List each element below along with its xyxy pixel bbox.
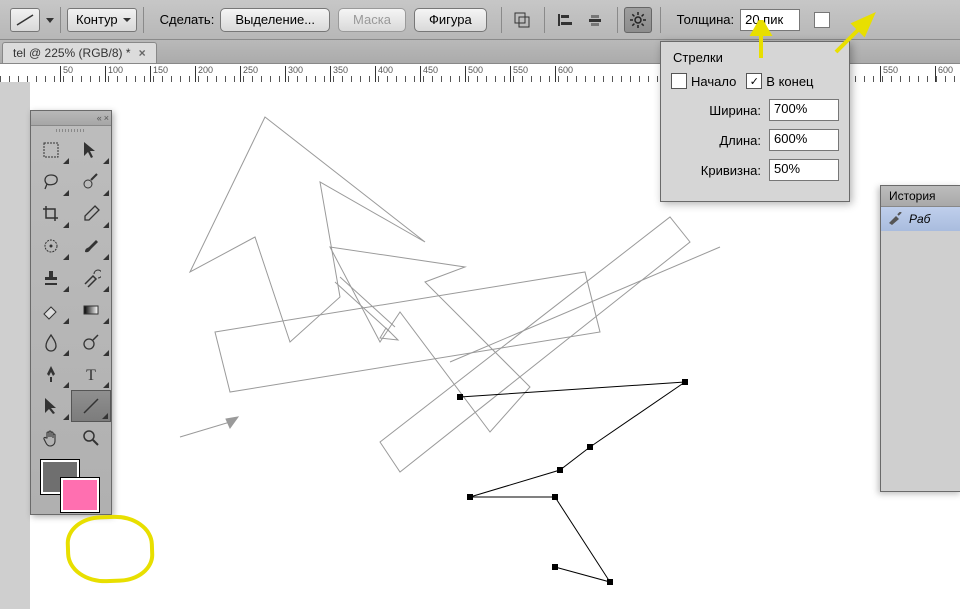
crop-tool[interactable] <box>31 198 71 230</box>
brush-icon <box>81 236 101 256</box>
separator <box>143 7 144 33</box>
line-tool-icon <box>81 396 101 416</box>
tools-panel-header[interactable]: «× <box>31 111 111 126</box>
zoom-tool[interactable] <box>71 422 111 454</box>
lasso-tool[interactable] <box>31 166 71 198</box>
gradient-tool[interactable] <box>71 294 111 326</box>
arrow-start-checkbox[interactable]: Начало <box>671 73 736 89</box>
color-swatches[interactable] <box>31 454 111 514</box>
gradient-icon <box>81 300 101 320</box>
type-icon: T <box>81 364 101 384</box>
blur-icon <box>41 332 61 352</box>
pen-icon <box>41 364 61 384</box>
make-label: Сделать: <box>160 12 215 27</box>
stamp-icon <box>41 268 61 288</box>
healing-brush-tool[interactable] <box>31 230 71 262</box>
stamp-tool[interactable] <box>31 262 71 294</box>
options-bar: Контур Сделать: Выделение... Маска Фигур… <box>0 0 960 40</box>
zoom-icon <box>81 428 101 448</box>
history-body <box>881 231 960 491</box>
arrow-width-field[interactable]: 700% <box>769 99 839 121</box>
history-row[interactable]: Раб <box>881 207 960 231</box>
separator <box>60 7 61 33</box>
stroke-mode-dropdown[interactable]: Контур <box>67 8 137 32</box>
dodge-icon <box>81 332 101 352</box>
marquee-rect-tool[interactable] <box>31 134 71 166</box>
document-tab-title: tel @ 225% (RGB/8) * <box>13 46 131 60</box>
path-select-icon <box>41 396 61 416</box>
checkbox-icon: ✓ <box>746 73 762 89</box>
document-tab[interactable]: tel @ 225% (RGB/8) * × <box>2 42 157 63</box>
line-tool-tool[interactable] <box>71 390 111 422</box>
marquee-rect-icon <box>41 140 61 160</box>
path-combine-icon[interactable] <box>508 7 536 33</box>
history-panel: История Раб <box>880 185 960 492</box>
blur-tool[interactable] <box>31 326 71 358</box>
mask-button: Маска <box>338 8 406 32</box>
history-brush-tool[interactable] <box>71 262 111 294</box>
popover-title: Стрелки <box>673 50 839 65</box>
hand-tool[interactable] <box>31 422 71 454</box>
history-brush-icon <box>81 268 101 288</box>
arrange-icon[interactable] <box>581 7 609 33</box>
move-icon <box>81 140 101 160</box>
type-tool[interactable]: T <box>71 358 111 390</box>
brush-tool[interactable] <box>71 230 111 262</box>
hand-icon <box>41 428 61 448</box>
separator <box>660 7 661 33</box>
chevron-down-icon[interactable] <box>46 9 54 31</box>
checkbox-icon <box>671 73 687 89</box>
unknown-checkbox[interactable] <box>814 12 830 28</box>
arrowheads-popover: Стрелки Начало ✓ В конец Ширина: 700% Дли… <box>660 41 850 202</box>
current-tool-preview[interactable] <box>10 8 40 32</box>
quick-select-icon <box>81 172 101 192</box>
lasso-icon <box>41 172 61 192</box>
panel-grip[interactable] <box>31 126 111 134</box>
tools-panel: «× T <box>30 110 112 515</box>
canvas-gutter <box>0 82 30 609</box>
thickness-field[interactable]: 20 пик <box>740 9 800 31</box>
separator <box>617 7 618 33</box>
path-select-tool[interactable] <box>31 390 71 422</box>
arrow-width-label: Ширина: <box>709 103 761 118</box>
thickness-label: Толщина: <box>677 12 734 27</box>
stroke-mode-label: Контур <box>76 12 118 27</box>
eyedropper-icon <box>81 204 101 224</box>
arrow-length-label: Длина: <box>719 133 761 148</box>
history-panel-title[interactable]: История <box>881 186 960 207</box>
shape-button[interactable]: Фигура <box>414 8 487 32</box>
svg-text:T: T <box>86 367 96 384</box>
pen-tool[interactable] <box>31 358 71 390</box>
eraser-icon <box>41 300 61 320</box>
healing-brush-icon <box>41 236 61 256</box>
arrow-end-checkbox[interactable]: ✓ В конец <box>746 73 813 89</box>
crop-icon <box>41 204 61 224</box>
arrow-curvature-label: Кривизна: <box>701 163 761 178</box>
align-icon[interactable] <box>551 7 579 33</box>
separator <box>544 7 545 33</box>
eyedropper-tool[interactable] <box>71 198 111 230</box>
brush-icon <box>887 212 903 226</box>
gear-icon[interactable] <box>624 7 652 33</box>
dodge-tool[interactable] <box>71 326 111 358</box>
selection-button[interactable]: Выделение... <box>220 8 330 32</box>
quick-select-tool[interactable] <box>71 166 111 198</box>
eraser-tool[interactable] <box>31 294 71 326</box>
arrow-curvature-field[interactable]: 50% <box>769 159 839 181</box>
close-icon[interactable]: × <box>139 46 146 60</box>
background-swatch[interactable] <box>61 478 99 512</box>
separator <box>501 7 502 33</box>
arrow-length-field[interactable]: 600% <box>769 129 839 151</box>
move-tool[interactable] <box>71 134 111 166</box>
